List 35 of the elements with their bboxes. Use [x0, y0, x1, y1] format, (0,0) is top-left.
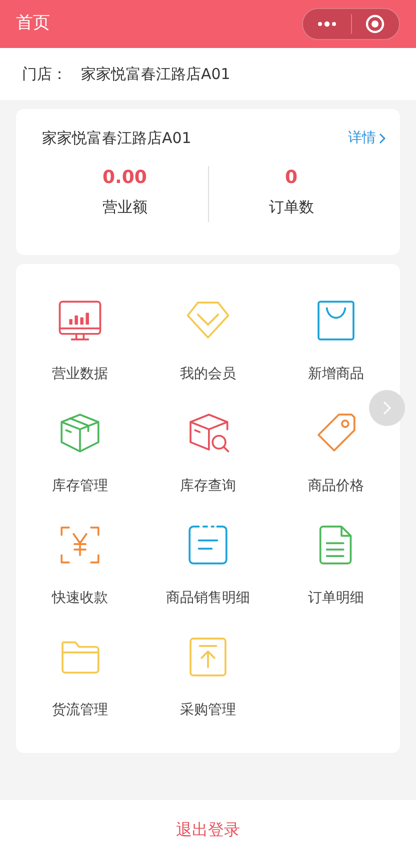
stat-value: 0.00: [102, 166, 147, 190]
menu-label: 商品价格: [308, 477, 364, 496]
page-title: 首页: [16, 12, 50, 36]
menu-label: 库存管理: [52, 477, 108, 496]
stat-label: 营业额: [102, 196, 148, 218]
chevron-right-icon: [379, 132, 386, 144]
menu-item[interactable]: 商品销售明细: [144, 522, 272, 612]
menu-label: 快速收款: [52, 589, 108, 608]
menu-item[interactable]: 采购管理: [144, 634, 272, 724]
chevron-right-icon: [383, 401, 391, 415]
menu-label: 营业数据: [52, 365, 108, 384]
menu-label: 商品销售明细: [166, 589, 250, 608]
more-icon: [316, 21, 337, 27]
menu-label: 我的会员: [180, 365, 236, 384]
menu-item[interactable]: 订单明细: [272, 522, 400, 612]
stat-label: 订单数: [268, 196, 314, 218]
menu-item[interactable]: 营业数据: [16, 298, 144, 388]
store-label: 门店：: [22, 64, 67, 85]
menu-label: 采购管理: [180, 701, 236, 720]
target-icon: [365, 14, 386, 34]
stat-value: 0: [284, 166, 298, 190]
store-name: 家家悦富春江路店A01: [42, 128, 192, 149]
menu-item[interactable]: 我的会员: [144, 298, 272, 388]
menu-item[interactable]: 库存管理: [16, 410, 144, 500]
menu-label: 库存查询: [180, 477, 236, 496]
menu-label: 订单明细: [308, 589, 364, 608]
menu-item[interactable]: 库存查询: [144, 410, 272, 500]
menu-item[interactable]: 快速收款: [16, 522, 144, 612]
logout-button[interactable]: 退出登录: [0, 800, 416, 860]
menu-item[interactable]: 新增商品: [272, 298, 400, 388]
menu-label: 新增商品: [308, 365, 364, 384]
menu-label: 货流管理: [52, 701, 108, 720]
store-value: 家家悦富春江路店A01: [81, 64, 230, 85]
menu-item[interactable]: 货流管理: [16, 634, 144, 724]
menu-item[interactable]: 商品价格: [272, 410, 400, 500]
